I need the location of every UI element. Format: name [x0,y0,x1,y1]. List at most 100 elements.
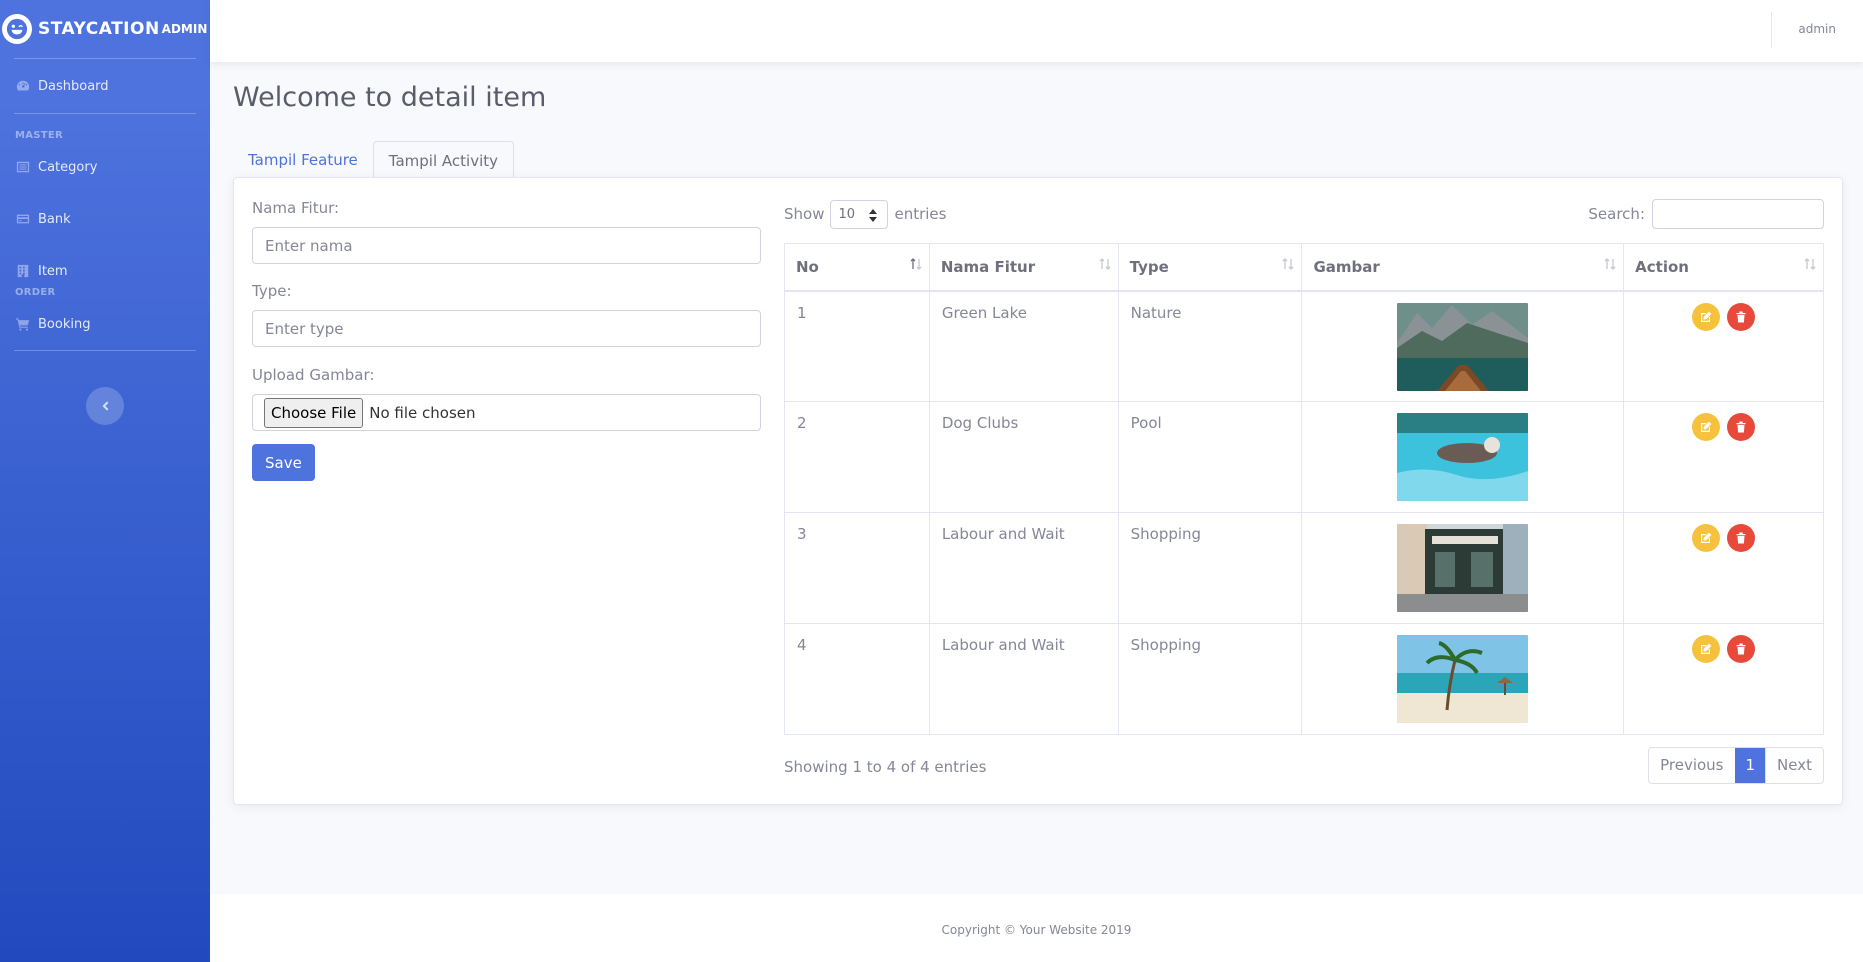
cell-nama-fitur: Dog Clubs [928,401,1119,513]
column-header-label: No [796,257,819,276]
search-label: Search: [1588,205,1645,223]
page-title: Welcome to detail item [233,82,547,113]
edit-button[interactable] [1692,413,1721,441]
trash-icon [1736,421,1746,433]
delete-button[interactable] [1726,302,1755,331]
sidebar-divider [14,113,196,114]
cell-nama-fitur: Green Lake [928,290,1119,402]
sidebar-item-label: Category [38,159,98,175]
choose-file-button[interactable]: Choose File [264,397,364,428]
cell-action [1623,401,1824,513]
edit-button[interactable] [1692,524,1721,552]
datatable-controls: Show 10 entries Search: [784,199,1824,229]
column-header-label: Gambar [1313,257,1380,276]
cell-type: Shopping [1117,623,1303,735]
table-header-row: No Nama Fitur Type Gambar Action [784,243,1824,292]
sort-icon [1099,258,1111,270]
search-input[interactable] [1652,199,1824,229]
cell-gambar [1301,290,1625,402]
cell-nama-fitur: Labour and Wait [928,623,1119,735]
lake-boat-image [1397,302,1529,391]
entries-label: entries [894,205,947,223]
list-alt-icon [16,161,30,173]
search-control: Search: [1588,199,1824,229]
cell-gambar [1301,623,1625,735]
column-header-label: Nama Fitur [940,257,1036,276]
column-header-type[interactable]: Type [1117,243,1303,292]
column-header-label: Action [1635,257,1689,276]
next-page-button[interactable]: Next [1765,748,1823,783]
copyright-text: Copyright © Your Website 2019 [941,923,1132,937]
cell-nama-fitur: Labour and Wait [928,512,1119,624]
nama-fitur-input[interactable] [252,227,761,264]
user-menu[interactable]: admin [1798,22,1836,36]
trash-icon [1736,311,1746,322]
tab-tampil-activity[interactable]: Tampil Activity [372,141,515,179]
trash-icon [1736,532,1746,544]
delete-button[interactable] [1726,635,1755,663]
select-arrows-icon [869,208,878,222]
footer: Copyright © Your Website 2019 [210,894,1863,962]
delete-button[interactable] [1726,413,1755,441]
cell-gambar [1301,512,1625,624]
nama-fitur-label: Nama Fitur: [252,199,340,217]
sort-icon [1283,258,1294,270]
tabs: Tampil Feature Tampil Activity [233,141,515,179]
sidebar-item-label: Bank [38,211,71,227]
upload-gambar-label: Upload Gambar: [252,366,375,384]
feature-form: Nama Fitur: Type: Upload Gambar: Choose … [252,199,761,481]
column-header-label: Type [1129,257,1169,276]
sidebar-item-category[interactable]: Category [0,141,210,193]
cell-no: 4 [784,623,930,735]
sort-icon [910,258,922,270]
pagination: Previous 1 Next [1648,747,1824,784]
table-row: 3 Labour and Wait Shopping [784,512,1824,624]
cell-action [1623,290,1824,402]
save-button[interactable]: Save [252,444,315,481]
beach-palm-image [1397,635,1529,723]
sidebar: STAYCATION ADMIN Dashboard MASTER Categor… [0,0,210,962]
edit-button[interactable] [1692,302,1721,331]
cell-gambar [1301,401,1625,513]
show-label: Show [784,205,825,223]
cell-type: Nature [1117,290,1303,402]
tachometer-icon [16,80,30,91]
file-upload-field[interactable]: Choose File No file chosen [252,394,761,431]
page-1-button[interactable]: 1 [1734,748,1766,783]
column-header-action[interactable]: Action [1623,243,1824,292]
sidebar-item-label: Booking [38,316,91,332]
cell-action [1623,512,1824,624]
sidebar-item-dashboard[interactable]: Dashboard [0,59,210,113]
length-control: Show 10 entries [784,199,946,229]
tab-tampil-feature[interactable]: Tampil Feature [233,141,373,178]
sidebar-item-label: Dashboard [38,78,109,94]
sidebar-item-booking[interactable]: Booking [0,298,210,350]
content-card: Nama Fitur: Type: Upload Gambar: Choose … [233,177,1843,805]
laugh-wink-icon [2,14,32,44]
table-row: 2 Dog Clubs Pool [784,401,1824,513]
table-info: Showing 1 to 4 of 4 entries [784,758,987,776]
column-header-nama-fitur[interactable]: Nama Fitur [928,243,1119,292]
brand[interactable]: STAYCATION ADMIN [0,0,210,58]
column-header-no[interactable]: No [784,243,930,292]
sidebar-divider [14,350,196,351]
type-label: Type: [252,282,292,300]
cell-type: Shopping [1117,512,1303,624]
features-table: No Nama Fitur Type Gambar Action 1 Green… [784,243,1824,735]
cell-no: 1 [784,290,930,402]
table-row: 1 Green Lake Nature [784,290,1824,402]
sidebar-item-bank[interactable]: Bank [0,193,210,245]
sort-icon [1604,258,1616,270]
page-length-select[interactable]: 10 [830,199,889,229]
topbar: admin [210,0,1863,62]
type-input[interactable] [252,310,761,347]
chevron-left-icon [102,401,109,411]
sidebar-toggle-button[interactable] [86,387,124,425]
page-length-value: 10 [838,206,856,222]
previous-page-button[interactable]: Previous [1649,748,1734,783]
delete-button[interactable] [1726,524,1755,552]
edit-button[interactable] [1692,635,1721,663]
column-header-gambar[interactable]: Gambar [1301,243,1625,292]
table-row: 4 Labour and Wait Shopping [784,623,1824,735]
trash-icon [1736,643,1746,655]
